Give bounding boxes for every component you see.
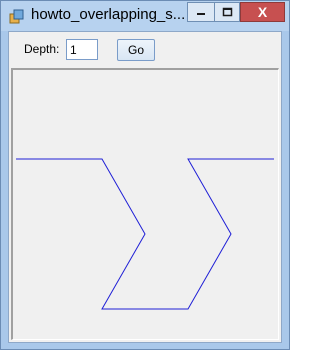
title-bar[interactable]: howto_overlapping_s... X bbox=[1, 1, 289, 31]
close-icon: X bbox=[257, 4, 268, 20]
left-chevron-line bbox=[16, 158, 274, 310]
maximize-icon bbox=[222, 7, 232, 17]
maximize-button[interactable] bbox=[214, 2, 240, 22]
drawing-canvas bbox=[11, 68, 279, 340]
window-title: howto_overlapping_s... bbox=[31, 6, 186, 23]
client-area: Depth: Go bbox=[8, 31, 282, 343]
depth-label: Depth: bbox=[24, 42, 60, 56]
close-button[interactable]: X bbox=[240, 2, 285, 22]
overlapping-squares-drawing bbox=[16, 158, 274, 310]
minimize-button[interactable] bbox=[187, 2, 214, 22]
app-icon bbox=[9, 9, 24, 24]
depth-input[interactable] bbox=[66, 39, 98, 60]
go-button[interactable]: Go bbox=[117, 39, 155, 61]
app-window: howto_overlapping_s... X Depth: Go bbox=[0, 0, 290, 350]
minimize-icon bbox=[197, 13, 205, 15]
